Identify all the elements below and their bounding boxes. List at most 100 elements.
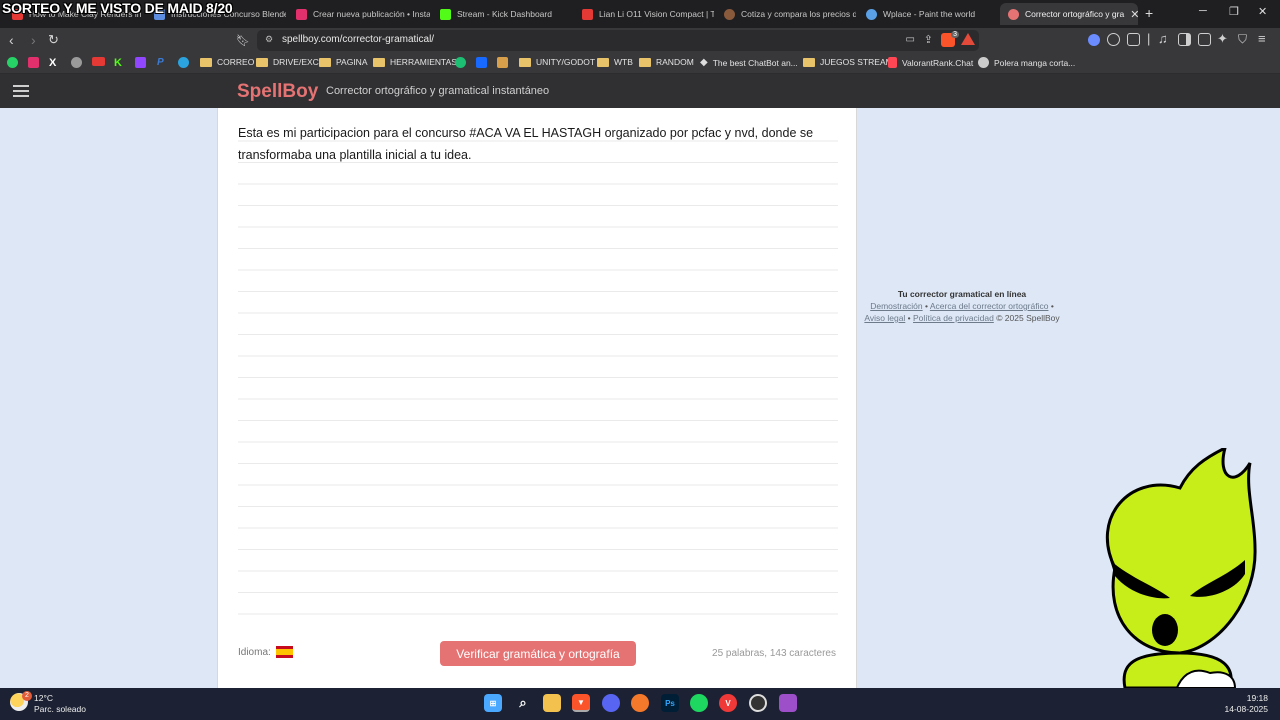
photoshop-icon[interactable]: Ps — [661, 694, 679, 712]
link-privacidad[interactable]: Política de privacidad — [913, 313, 994, 323]
bookmark-telegram[interactable] — [178, 57, 189, 68]
link-acerca[interactable]: Acerca del corrector ortográfico — [930, 301, 1049, 311]
instagram-icon — [28, 57, 39, 68]
instagram-icon — [296, 8, 307, 20]
site-logo[interactable]: SpellBoy — [237, 81, 318, 103]
bookmark-twitch[interactable] — [135, 57, 146, 68]
spotify-icon[interactable] — [690, 694, 708, 712]
bookmark-misc[interactable] — [497, 57, 508, 68]
discord-icon[interactable] — [602, 694, 620, 712]
tab-wplace[interactable]: Wplace - Paint the world — [858, 3, 998, 25]
clock-time: 19:18 — [1246, 693, 1268, 703]
sidebar-icon[interactable] — [1178, 33, 1191, 46]
bookmark-kick[interactable]: K — [114, 57, 122, 69]
close-tab-icon[interactable]: ✕ — [1130, 8, 1138, 21]
bookmark-folder-correo[interactable]: CORREO — [200, 57, 254, 67]
bookmark-label: JUEGOS STREAM — [820, 57, 893, 67]
bookmark-folder-herramientas[interactable]: HERRAMIENTAS — [373, 57, 457, 67]
bookmark-paypal[interactable]: P — [157, 57, 164, 68]
bookmark-icon — [497, 57, 508, 68]
bookmark-behance[interactable] — [476, 57, 487, 68]
bookmark-label: CORREO — [217, 57, 255, 67]
winrar-icon[interactable] — [779, 694, 797, 712]
search-icon[interactable]: ⌕ — [514, 694, 532, 712]
mascot-head — [1105, 448, 1257, 655]
editor-textarea[interactable]: Esta es mi participacion para el concurs… — [238, 123, 838, 166]
folder-icon — [597, 57, 609, 67]
new-tab-button[interactable]: + — [1145, 5, 1153, 21]
paypal-icon: P — [157, 57, 164, 68]
bookmark-polera[interactable]: Polera manga corta... — [978, 57, 1075, 68]
tab-lian-li[interactable]: Lian Li O11 Vision Compact | Tl — [574, 3, 714, 25]
extensions-icon[interactable] — [1107, 33, 1120, 46]
bookmark-chatbot[interactable]: ◆ The best ChatBot an... — [700, 57, 798, 68]
language-selector[interactable]: Idioma: — [238, 646, 293, 658]
tab-cotiza[interactable]: Cotiza y compara los precios d — [716, 3, 856, 25]
tab-label: Wplace - Paint the world — [883, 9, 976, 19]
screenshot-icon[interactable] — [1127, 33, 1140, 46]
bookmark-folder-drive[interactable]: DRIVE/EXC — [256, 57, 319, 67]
bookmark-x[interactable]: X — [49, 57, 56, 69]
tab-spellboy[interactable]: Corrector ortográfico y gra ✕ — [1000, 3, 1138, 25]
bookmark-page-icon[interactable]: 🔖︎ — [236, 34, 250, 47]
system-clock[interactable]: 19:18 14-08-2025 — [1225, 693, 1268, 715]
bookmark-label: ValorantRank.Chat — [902, 57, 974, 68]
vpn-icon[interactable] — [1088, 34, 1100, 46]
bookmark-folder-wtb[interactable]: WTB — [597, 57, 633, 67]
bookmark-fiverr[interactable] — [455, 57, 466, 68]
menu-icon[interactable]: ≡ — [1258, 31, 1266, 46]
shields-count-badge: 3 — [951, 31, 959, 38]
back-icon[interactable]: ‹ — [9, 32, 14, 48]
globe-icon — [866, 8, 877, 20]
behance-icon — [476, 57, 487, 68]
tab-instagram[interactable]: Crear nueva publicación • Insta — [288, 3, 430, 25]
bookmark-folder-pagina[interactable]: PAGINA — [319, 57, 368, 67]
vivaldi-icon[interactable]: V — [719, 694, 737, 712]
wallet-icon[interactable] — [1198, 33, 1211, 46]
forward-icon[interactable]: › — [31, 32, 36, 48]
brave-rewards-icon[interactable] — [961, 33, 975, 45]
folder-icon — [639, 57, 651, 67]
tab-kick[interactable]: Stream - Kick Dashboard — [432, 3, 572, 25]
bookmark-youtube[interactable] — [92, 57, 105, 66]
tab-label: Crear nueva publicación • Insta — [313, 9, 430, 19]
bookmark-folder-random[interactable]: RANDOM — [639, 57, 694, 67]
obs-icon[interactable] — [749, 694, 767, 712]
cast-icon[interactable]: ▭ — [906, 34, 915, 45]
bookmark-apple[interactable] — [71, 57, 82, 68]
bookmark-whatsapp[interactable] — [7, 57, 18, 68]
weather-widget[interactable]: 2 12°C Parc. soleado — [10, 691, 86, 715]
language-label: Idioma: — [238, 646, 271, 658]
hamburger-menu-icon[interactable] — [13, 85, 29, 97]
file-explorer-icon[interactable] — [543, 694, 561, 712]
reload-icon[interactable]: ↻ — [48, 32, 59, 48]
spain-flag-icon[interactable] — [275, 646, 293, 658]
bookmark-label: HERRAMIENTAS — [390, 57, 457, 67]
blender-icon[interactable] — [631, 694, 649, 712]
music-icon[interactable]: ♫ — [1158, 31, 1168, 46]
check-grammar-button[interactable]: Verificar gramática y ortografía — [440, 641, 636, 666]
close-window-button[interactable]: ✕ — [1258, 5, 1267, 18]
ruled-lines — [238, 120, 838, 633]
maximize-button[interactable]: ❐ — [1229, 5, 1239, 18]
link-aviso-legal[interactable]: Aviso legal — [864, 313, 905, 323]
leo-ai-icon[interactable]: ✦ — [1217, 31, 1228, 47]
windows-start-icon[interactable]: ⊞ — [484, 694, 502, 712]
bookmark-folder-unity[interactable]: UNITY/GODOT — [519, 57, 595, 67]
link-demostracion[interactable]: Demostración — [870, 301, 922, 311]
youtube-icon — [582, 8, 593, 20]
brave-icon[interactable]: ▼ — [572, 694, 590, 712]
word-char-count: 25 palabras, 143 caracteres — [712, 648, 836, 659]
minimize-button[interactable]: ─ — [1199, 5, 1207, 17]
apple-icon — [71, 57, 82, 68]
tab-label: Cotiza y compara los precios d — [741, 9, 856, 19]
share-icon[interactable]: ⇪ — [924, 33, 933, 46]
bookmark-valorant[interactable]: ValorantRank.Chat — [888, 57, 973, 68]
bookmark-folder-juegos[interactable]: JUEGOS STREAM — [803, 57, 893, 67]
vpn-shield-icon[interactable]: ⛉ — [1238, 32, 1247, 47]
bookmark-instagram[interactable] — [28, 57, 39, 68]
fiverr-icon — [455, 57, 466, 68]
stream-overlay-title: SORTEO Y ME VISTO DE MAID 8/20 — [2, 0, 233, 16]
url-field[interactable]: ⚙ spellboy.com/corrector-gramatical/ ▭ ⇪… — [257, 30, 979, 51]
site-info-icon[interactable]: ⚙ — [265, 34, 273, 45]
